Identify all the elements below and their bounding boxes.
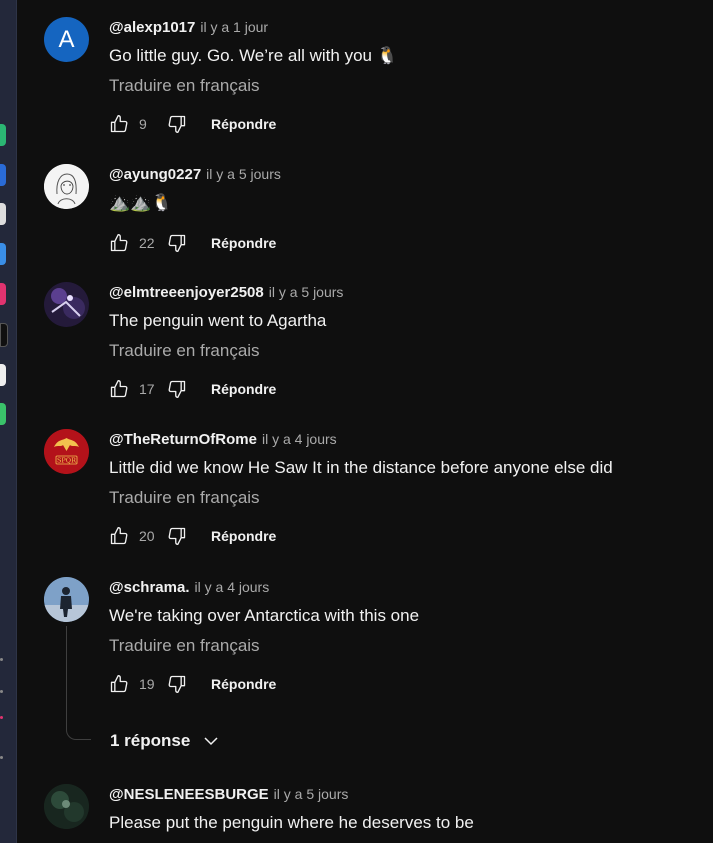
comment-author[interactable]: @alexp1017 <box>109 19 195 36</box>
like-icon[interactable] <box>109 233 129 253</box>
reply-button[interactable]: Répondre <box>211 528 276 544</box>
comment-time[interactable]: il y a 5 jours <box>274 786 349 802</box>
dislike-icon[interactable] <box>167 674 187 694</box>
translate-link[interactable]: Traduire en français <box>109 75 699 97</box>
comment-author[interactable]: @ayung0227 <box>109 166 201 183</box>
dislike-icon[interactable] <box>167 233 187 253</box>
dislike-icon[interactable] <box>167 379 187 399</box>
comment-text: Go little guy. Go. We’re all with you 🐧 <box>109 46 398 65</box>
dock-app-icon[interactable] <box>0 403 6 425</box>
translate-link[interactable]: Traduire en français <box>109 487 699 509</box>
dock-indicator <box>0 690 3 693</box>
translate-link[interactable]: Traduire en français <box>109 635 699 657</box>
comment-time[interactable]: il y a 4 jours <box>262 431 337 447</box>
comments-page: A @alexp1017 il y a 1 jour Go little guy.… <box>0 0 713 843</box>
reply-thread-line <box>66 626 91 740</box>
comment-text: The penguin went to Agartha <box>109 311 327 330</box>
like-count: 19 <box>139 676 155 692</box>
dock-app-icon[interactable] <box>0 364 6 386</box>
avatar[interactable] <box>44 164 89 209</box>
comment-time[interactable]: il y a 4 jours <box>195 579 270 595</box>
dock-app-icon[interactable] <box>0 203 6 225</box>
like-icon[interactable] <box>109 379 129 399</box>
comment-text: Please put the penguin where he deserves… <box>109 813 474 832</box>
comment-author[interactable]: @TheReturnOfRome <box>109 431 257 448</box>
dock-indicator <box>0 658 3 661</box>
avatar-spqr-text: SPQR <box>57 457 77 465</box>
comment-author[interactable]: @NESLENEESBURGE <box>109 786 269 803</box>
reply-button[interactable]: Répondre <box>211 116 276 132</box>
chevron-down-icon[interactable] <box>202 732 220 750</box>
comment-time[interactable]: il y a 1 jour <box>200 19 268 35</box>
comment-actions: 20 Répondre <box>109 520 699 552</box>
comment-text: ⛰️⛰️🐧 <box>109 193 173 212</box>
comment-actions: 17 Répondre <box>109 373 699 405</box>
comment-author[interactable]: @schrama. <box>109 579 190 596</box>
comment-author[interactable]: @elmtreeenjoyer2508 <box>109 284 264 301</box>
comment-actions: 22 Répondre <box>109 227 699 259</box>
translate-link[interactable]: Traduire en français <box>109 340 699 362</box>
avatar[interactable] <box>44 577 89 622</box>
dock-app-icon[interactable] <box>0 124 6 146</box>
avatar[interactable]: SPQR <box>44 429 89 474</box>
comment-text: We're taking over Antarctica with this o… <box>109 606 420 625</box>
like-count: 9 <box>139 116 147 132</box>
dock-app-icon[interactable] <box>0 164 6 186</box>
like-icon[interactable] <box>109 526 129 546</box>
avatar[interactable] <box>44 282 89 327</box>
avatar[interactable] <box>44 784 89 829</box>
comment-text: Little did we know He Saw It in the dist… <box>109 458 613 477</box>
reply-button[interactable]: Répondre <box>211 235 276 251</box>
like-count: 20 <box>139 528 155 544</box>
avatar[interactable]: A <box>44 17 89 62</box>
like-count: 17 <box>139 381 155 397</box>
like-icon[interactable] <box>109 114 129 134</box>
replies-count-label[interactable]: 1 réponse <box>110 731 190 751</box>
side-dock <box>0 0 17 843</box>
dock-indicator <box>0 716 3 719</box>
dock-app-icon[interactable] <box>0 323 8 347</box>
comment-actions: 19 Répondre <box>109 668 699 700</box>
like-count: 22 <box>139 235 155 251</box>
like-icon[interactable] <box>109 674 129 694</box>
dock-app-icon[interactable] <box>0 243 6 265</box>
show-replies-button[interactable]: 1 réponse <box>110 728 220 754</box>
comment-time[interactable]: il y a 5 jours <box>269 284 344 300</box>
comment-time[interactable]: il y a 5 jours <box>206 166 281 182</box>
dislike-icon[interactable] <box>167 114 187 134</box>
comment-actions: 9 Répondre <box>109 108 699 140</box>
dock-app-icon[interactable] <box>0 283 6 305</box>
dock-indicator <box>0 756 3 759</box>
reply-button[interactable]: Répondre <box>211 381 276 397</box>
dislike-icon[interactable] <box>167 526 187 546</box>
reply-button[interactable]: Répondre <box>211 676 276 692</box>
